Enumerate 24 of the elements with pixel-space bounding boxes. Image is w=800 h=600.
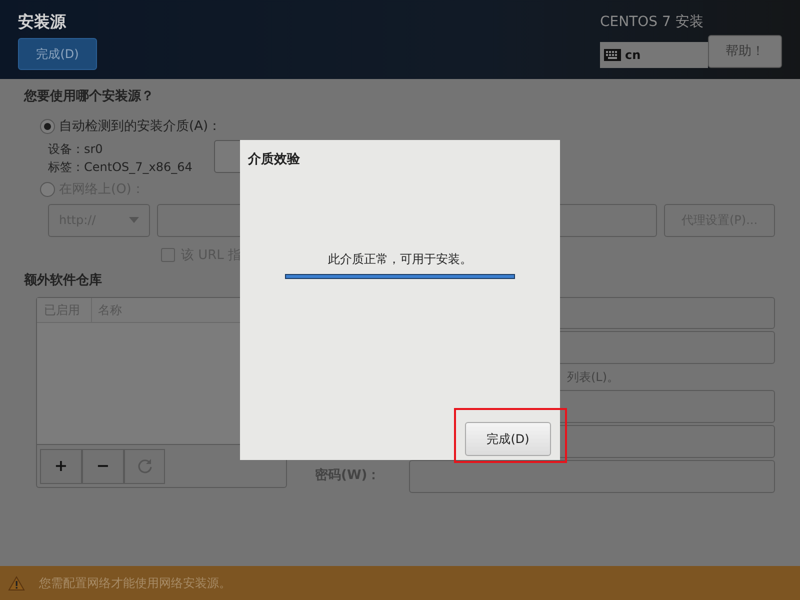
done-button[interactable]: 完成(D) — [18, 38, 97, 70]
section-title: 额外软件仓库 — [24, 272, 103, 290]
device-label: 设备：sr0 — [48, 141, 104, 158]
warning-icon — [8, 576, 25, 590]
page-title: 安装源 — [18, 11, 68, 33]
option-label: 自动检测到的安装介质(A)： — [59, 118, 222, 136]
toolbar-button[interactable]: + — [40, 448, 82, 484]
password-field[interactable] — [409, 460, 775, 492]
checkbox[interactable] — [161, 248, 175, 262]
refresh-icon — [136, 458, 152, 474]
dialog-done-button[interactable]: 完成(D) — [465, 422, 551, 456]
dialog-title: 介质效验 — [248, 151, 301, 169]
keyboard-icon — [604, 49, 621, 61]
keyboard-layout-field[interactable]: cn — [600, 42, 708, 68]
help-button[interactable]: 帮助！ — [708, 35, 782, 68]
source-question: 您要使用哪个安装源？ — [24, 88, 155, 106]
dropdown-arrow-icon — [129, 217, 139, 223]
warning-message: 您需配置网络才能使用网络安装源。 — [39, 575, 231, 592]
dialog-message: 此介质正常，可用于安装。 — [328, 250, 472, 268]
keyboard-layout-label: cn — [625, 47, 641, 64]
toolbar-button[interactable]: − — [82, 448, 124, 484]
media-label: 标签：CentOS_7_x86_64 — [48, 159, 194, 176]
radio-button[interactable] — [40, 118, 55, 134]
product-title: CENTOS 7 安装 — [600, 13, 704, 32]
